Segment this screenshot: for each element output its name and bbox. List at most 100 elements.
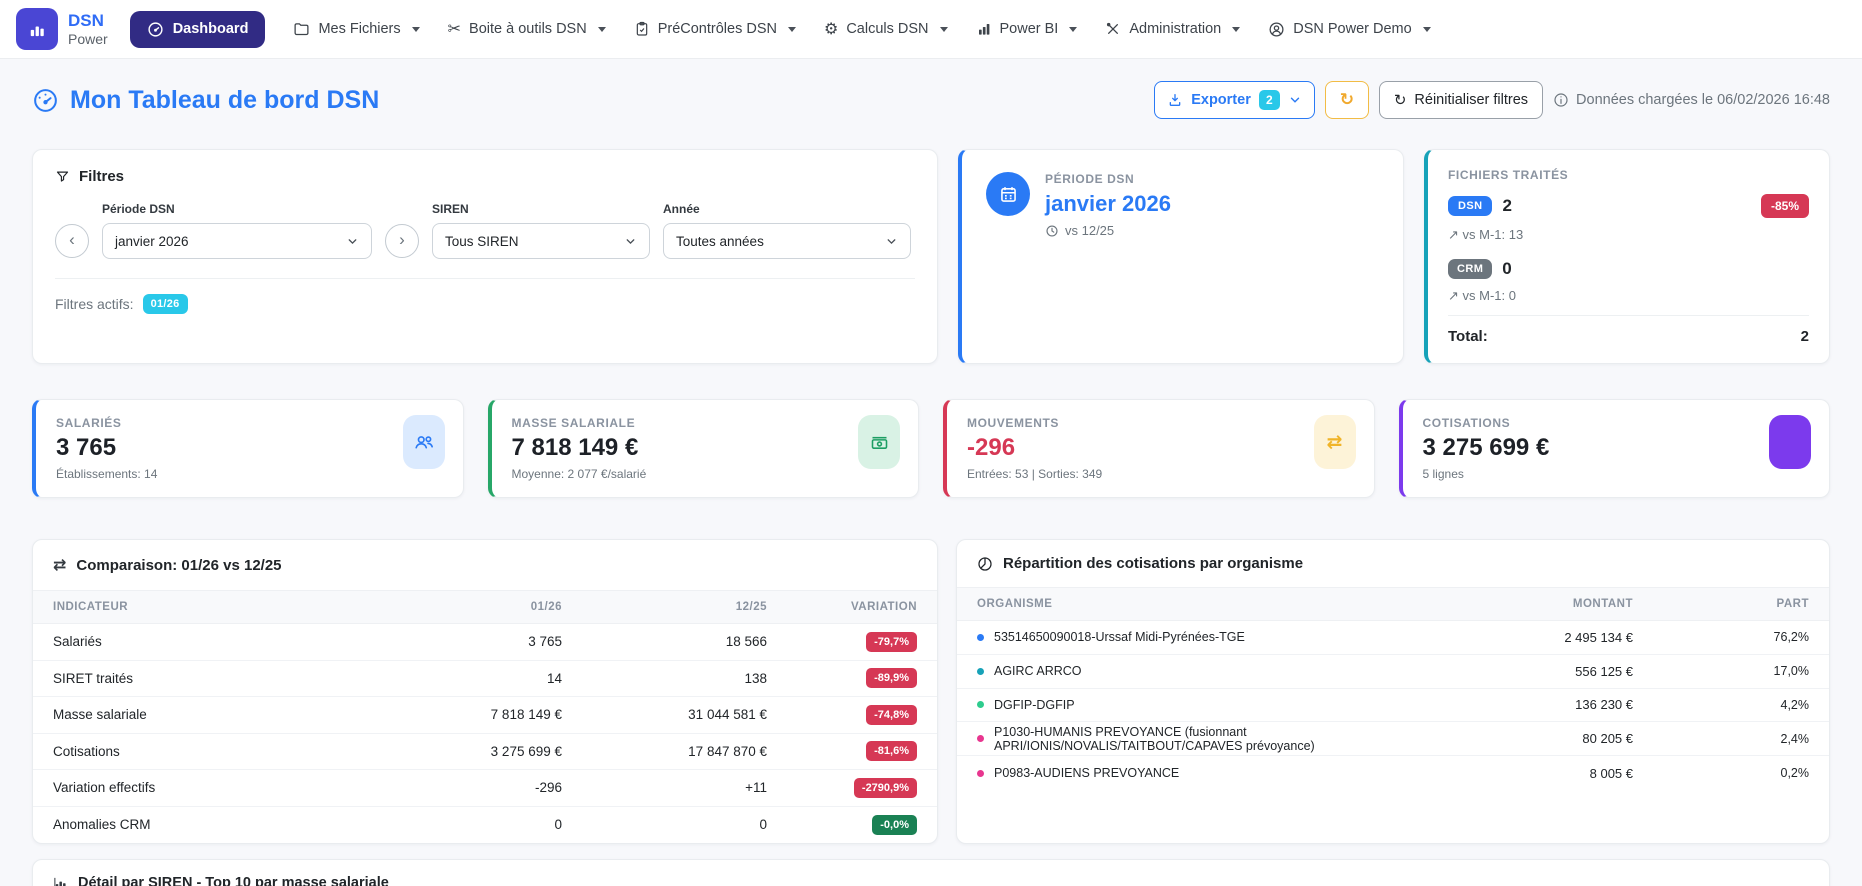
total-value: 2: [1801, 328, 1809, 345]
organisme-dot: [977, 634, 984, 641]
brand-subtitle: Power: [68, 31, 108, 47]
chevron-down-icon: [788, 27, 796, 32]
nav-user-menu[interactable]: DSN Power Demo: [1268, 21, 1430, 38]
kpi-label: COTISATIONS: [1423, 416, 1810, 430]
calendar-icon: [986, 172, 1030, 216]
organisme-dot: [977, 668, 984, 675]
reset-icon: ↻: [1394, 91, 1407, 109]
table-row: Variation effectifs -296 +11 -2790,9%: [33, 770, 937, 807]
organisme-dot: [977, 701, 984, 708]
table-row: Anomalies CRM 0 0 -0,0%: [33, 807, 937, 844]
periode-dsn-card: PÉRIODE DSN janvier 2026 vs 12/25: [958, 149, 1404, 364]
purple-square-icon: [1769, 415, 1811, 469]
kpi-label: SALARIÉS: [56, 416, 443, 430]
table-row: Salariés 3 765 18 566 -79,7%: [33, 624, 937, 661]
fichiers-traites-card: FICHIERS TRAITÉS DSN 2 -85% ↗ vs M-1: 13…: [1424, 149, 1830, 364]
chevron-down-icon: [412, 27, 420, 32]
organisme-dot: [977, 735, 984, 742]
export-label: Exporter: [1191, 92, 1251, 108]
bar-chart-logo-icon: [16, 8, 58, 50]
table-row: 53514650090018-Urssaf Midi-Pyrénées-TGE …: [957, 621, 1829, 655]
chevron-down-icon: [346, 235, 359, 248]
filters-title: Filtres: [55, 168, 915, 185]
periode-card-label: PÉRIODE DSN: [1045, 172, 1171, 186]
export-count-badge: 2: [1259, 90, 1280, 110]
chevron-down-icon: [598, 27, 606, 32]
nav-dashboard-button[interactable]: Dashboard: [130, 11, 266, 48]
variation-badge: -74,8%: [866, 705, 917, 725]
folder-icon: [293, 21, 310, 38]
table-row: P0983-AUDIENS PREVOYANCE 8 005 € 0,2%: [957, 756, 1829, 790]
nav-dashboard-label: Dashboard: [173, 21, 249, 37]
variation-badge: -0,0%: [872, 815, 917, 835]
kpi-label: MASSE SALARIALE: [512, 416, 899, 430]
table-row: DGFIP-DGFIP 136 230 € 4,2%: [957, 689, 1829, 723]
kpi-label: MOUVEMENTS: [967, 416, 1354, 430]
brand-title: DSN: [68, 11, 108, 31]
active-filters-label: Filtres actifs:: [55, 296, 134, 312]
chevron-down-icon: [1423, 27, 1431, 32]
nav-precontroles[interactable]: PréContrôles DSN: [634, 21, 796, 37]
info-icon: [1553, 92, 1569, 108]
variation-badge: -2790,9%: [854, 778, 917, 798]
siren-select[interactable]: Tous SIREN: [432, 223, 650, 259]
kpi-value: 7 818 149 €: [512, 434, 899, 462]
swap-arrows-icon: ⇄: [1314, 415, 1356, 469]
periode-card-value: janvier 2026: [1045, 191, 1171, 217]
dsn-count: 2: [1502, 196, 1511, 216]
funnel-icon: [55, 169, 70, 184]
active-filter-badge: 01/26: [143, 294, 188, 314]
periode-select[interactable]: janvier 2026: [102, 223, 372, 259]
next-period-button[interactable]: ›: [385, 224, 419, 258]
variation-badge: -89,9%: [866, 668, 917, 688]
banknote-icon: [858, 415, 900, 469]
nav-mes-fichiers[interactable]: Mes Fichiers: [293, 21, 419, 38]
refresh-icon: ↻: [1340, 90, 1354, 110]
scissors-icon: ✂: [448, 19, 461, 39]
trend-up-icon: ↗: [1448, 227, 1463, 242]
comparison-table-header: INDICATEUR 01/26 12/25 VARIATION: [33, 591, 937, 624]
organisme-dot: [977, 770, 984, 777]
nav-boite-a-outils[interactable]: ✂ Boite à outils DSN: [448, 19, 606, 39]
person-icon: [1268, 21, 1285, 38]
table-row: Masse salariale 7 818 149 € 31 044 581 €…: [33, 697, 937, 734]
files-card-label: FICHIERS TRAITÉS: [1448, 168, 1809, 182]
dsn-vs-text: ↗ vs M-1: 13: [1448, 227, 1809, 243]
table-row: AGIRC ARRCO 556 125 € 17,0%: [957, 655, 1829, 689]
bar-chart-icon: [53, 876, 68, 886]
people-icon: [403, 415, 445, 469]
nav-power-bi[interactable]: Power BI: [976, 21, 1078, 37]
app-logo[interactable]: DSN Power: [16, 8, 108, 50]
siren-label: SIREN: [432, 202, 650, 216]
dsn-delta-badge: -85%: [1761, 194, 1809, 218]
kpi-value: 3 275 699 €: [1423, 434, 1810, 462]
bar-chart-icon: [976, 21, 992, 37]
annee-label: Année: [663, 202, 911, 216]
pie-chart-icon: [977, 556, 993, 572]
total-label: Total:: [1448, 328, 1488, 345]
kpi-value: 3 765: [56, 434, 443, 462]
periode-vs-text: vs 12/25: [1065, 223, 1114, 238]
export-button[interactable]: Exporter 2: [1154, 81, 1315, 119]
comparison-card: ⇄ Comparaison: 01/26 vs 12/25 INDICATEUR…: [32, 539, 938, 844]
page-header: Mon Tableau de bord DSN Exporter 2 ↻ ↻ R…: [32, 81, 1830, 119]
reset-filters-button[interactable]: ↻ Réinitialiser filtres: [1379, 81, 1543, 119]
refresh-button[interactable]: ↻: [1325, 81, 1369, 119]
table-row: Cotisations 3 275 699 € 17 847 870 € -81…: [33, 734, 937, 771]
nav-calculs[interactable]: ⚙ Calculs DSN: [824, 19, 948, 39]
crm-badge: CRM: [1448, 259, 1492, 279]
tools-icon: [1105, 21, 1121, 37]
clipboard-icon: [634, 21, 650, 37]
data-loaded-status: Données chargées le 06/02/2026 16:48: [1553, 92, 1830, 108]
gauge-icon: [147, 21, 164, 38]
kpi-cotisations-card: COTISATIONS 3 275 699 € 5 lignes: [1399, 399, 1831, 498]
detail-siren-card: Détail par SIREN - Top 10 par masse sala…: [32, 859, 1830, 886]
previous-period-button[interactable]: ‹: [55, 224, 89, 258]
nav-administration[interactable]: Administration: [1105, 21, 1240, 37]
kpi-mouvements-card: MOUVEMENTS -296 Entrées: 53 | Sorties: 3…: [943, 399, 1375, 498]
annee-select[interactable]: Toutes années: [663, 223, 911, 259]
variation-badge: -79,7%: [866, 632, 917, 652]
kpi-salaries-card: SALARIÉS 3 765 Établissements: 14: [32, 399, 464, 498]
table-row: SIRET traités 14 138 -89,9%: [33, 661, 937, 698]
filters-card: Filtres ‹ Période DSN janvier 2026 ›: [32, 149, 938, 364]
